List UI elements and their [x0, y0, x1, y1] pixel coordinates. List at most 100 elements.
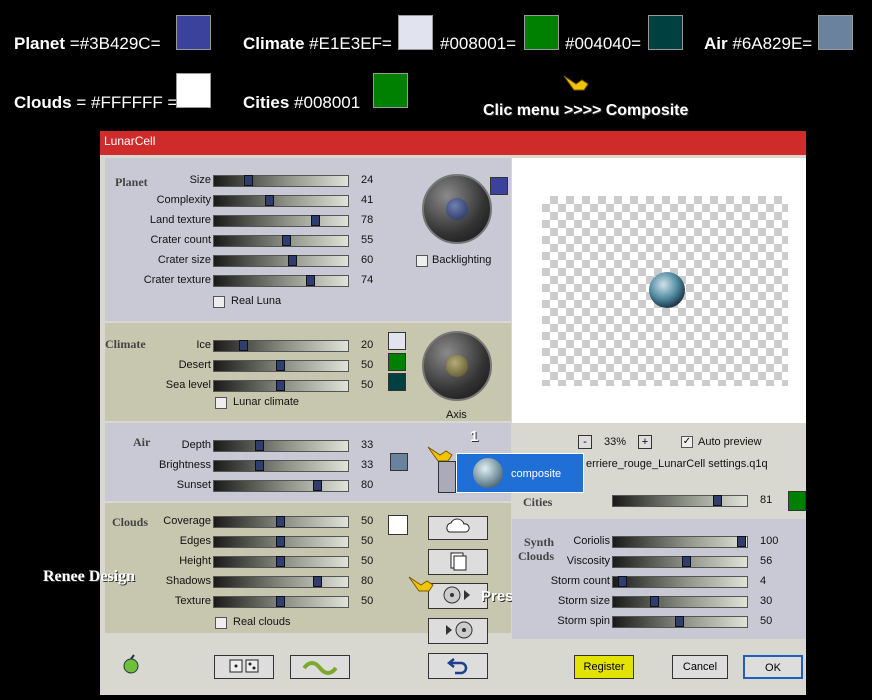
- climate-slider[interactable]: [213, 340, 349, 352]
- planet-slider-thumb[interactable]: [265, 195, 274, 206]
- synth-row: Storm size 30: [512, 595, 802, 609]
- synth-slider-thumb[interactable]: [618, 576, 627, 587]
- planet-slider-thumb[interactable]: [306, 275, 315, 286]
- auto-preview-checkbox[interactable]: ✓: [681, 436, 693, 448]
- zoom-in-button[interactable]: +: [638, 435, 652, 449]
- air-slider-thumb[interactable]: [313, 480, 322, 491]
- preset-popup-menu[interactable]: composite: [456, 453, 584, 493]
- air-hint-value: #6A829E=: [732, 34, 813, 53]
- clouds-row: Height 50: [105, 555, 385, 569]
- planet-row: Crater texture 74: [105, 274, 385, 288]
- cities-slider[interactable]: [612, 495, 748, 507]
- lunar-climate-checkbox[interactable]: [215, 397, 227, 409]
- composite-preset-thumbnail: [473, 458, 503, 488]
- air-slider[interactable]: [213, 460, 349, 472]
- climate-slider-thumb[interactable]: [239, 340, 248, 351]
- planet-slider[interactable]: [213, 275, 349, 287]
- clouds-slider-thumb[interactable]: [276, 596, 285, 607]
- planet-slider[interactable]: [213, 235, 349, 247]
- clouds-hint-label: Clouds: [14, 93, 72, 112]
- climate-slider-thumb[interactable]: [276, 380, 285, 391]
- preset-menu-button[interactable]: [428, 583, 488, 609]
- climate-slider[interactable]: [213, 380, 349, 392]
- clouds-slider[interactable]: [213, 516, 349, 528]
- air-row-label: Brightness: [159, 459, 211, 471]
- clouds-slider-thumb[interactable]: [313, 576, 322, 587]
- planet-slider-thumb[interactable]: [288, 255, 297, 266]
- planet-preview: [649, 272, 685, 308]
- air-color-swatch: [818, 15, 853, 50]
- synth-slider[interactable]: [612, 576, 748, 588]
- synth-slider-thumb[interactable]: [682, 556, 691, 567]
- copy-button[interactable]: [428, 549, 488, 575]
- apple-icon[interactable]: [120, 653, 142, 675]
- synth-slider-thumb[interactable]: [650, 596, 659, 607]
- composite-menu-hint: Clic menu >>>> Composite: [483, 102, 689, 119]
- planet-light-knob[interactable]: [422, 174, 492, 244]
- cities-hint: Cities #008001: [243, 93, 360, 113]
- cities-color-button[interactable]: [788, 491, 806, 511]
- cancel-button[interactable]: Cancel: [672, 655, 728, 679]
- cities-value: 81: [760, 494, 773, 506]
- clouds-slider-thumb[interactable]: [276, 536, 285, 547]
- planet-color-button[interactable]: [490, 177, 508, 195]
- air-slider-thumb[interactable]: [255, 440, 264, 451]
- planet-slider-thumb[interactable]: [244, 175, 253, 186]
- clouds-slider[interactable]: [213, 596, 349, 608]
- ice-color-button[interactable]: [388, 332, 406, 350]
- ok-button[interactable]: OK: [743, 655, 803, 679]
- zoom-out-button[interactable]: -: [578, 435, 592, 449]
- clouds-slider[interactable]: [213, 556, 349, 568]
- real-luna-checkbox[interactable]: [213, 296, 225, 308]
- planet-slider[interactable]: [213, 175, 349, 187]
- planet-row: Crater count 55: [105, 234, 385, 248]
- register-button[interactable]: Register: [574, 655, 634, 679]
- climate-slider[interactable]: [213, 360, 349, 372]
- synth-slider[interactable]: [612, 616, 748, 628]
- cities-slider-thumb[interactable]: [713, 495, 722, 506]
- planet-row: Land texture 78: [105, 214, 385, 228]
- clouds-color-swatch: [176, 73, 211, 108]
- clouds-slider-thumb[interactable]: [276, 516, 285, 527]
- cloud-button[interactable]: [428, 516, 488, 540]
- sea-color-button[interactable]: [388, 373, 406, 391]
- planet-slider-thumb[interactable]: [311, 215, 320, 226]
- backlighting-checkbox[interactable]: [416, 255, 428, 267]
- synth-slider-thumb[interactable]: [675, 616, 684, 627]
- desert-color-button[interactable]: [388, 353, 406, 371]
- synth-slider[interactable]: [612, 536, 748, 548]
- air-slider[interactable]: [213, 480, 349, 492]
- clouds-slider[interactable]: [213, 536, 349, 548]
- preset-thumb-button[interactable]: [438, 461, 456, 493]
- air-color-button[interactable]: [390, 453, 408, 471]
- planet-row: Size 24: [105, 174, 385, 188]
- synth-slider[interactable]: [612, 556, 748, 568]
- clouds-slider[interactable]: [213, 576, 349, 588]
- air-slider-thumb[interactable]: [255, 460, 264, 471]
- load-preset-button[interactable]: [428, 618, 488, 644]
- planet-slider[interactable]: [213, 255, 349, 267]
- air-slider[interactable]: [213, 440, 349, 452]
- real-clouds-checkbox[interactable]: [215, 617, 227, 629]
- clouds-color-button[interactable]: [388, 515, 408, 535]
- clouds-row-label: Texture: [174, 595, 211, 607]
- randomize-button[interactable]: [214, 655, 274, 679]
- planet-slider[interactable]: [213, 195, 349, 207]
- climate-slider-thumb[interactable]: [276, 360, 285, 371]
- axis-knob[interactable]: [422, 331, 492, 401]
- clouds-slider-thumb[interactable]: [276, 556, 285, 567]
- climate-row-label: Sea level: [165, 379, 211, 391]
- composite-menu-item[interactable]: composite: [511, 468, 561, 480]
- reset-button[interactable]: [428, 653, 488, 679]
- synth-slider-thumb[interactable]: [737, 536, 746, 547]
- synth-slider[interactable]: [612, 596, 748, 608]
- clouds-row-value: 50: [361, 515, 374, 527]
- auto-preview-label: Auto preview: [698, 436, 762, 448]
- planet-row-label: Land texture: [149, 214, 211, 226]
- planet-slider[interactable]: [213, 215, 349, 227]
- planet-row-label: Crater texture: [143, 274, 211, 286]
- clouds-row-label: Coverage: [163, 515, 211, 527]
- wave-button[interactable]: [290, 655, 350, 679]
- synth-row-value: 100: [760, 535, 779, 547]
- planet-slider-thumb[interactable]: [282, 235, 291, 246]
